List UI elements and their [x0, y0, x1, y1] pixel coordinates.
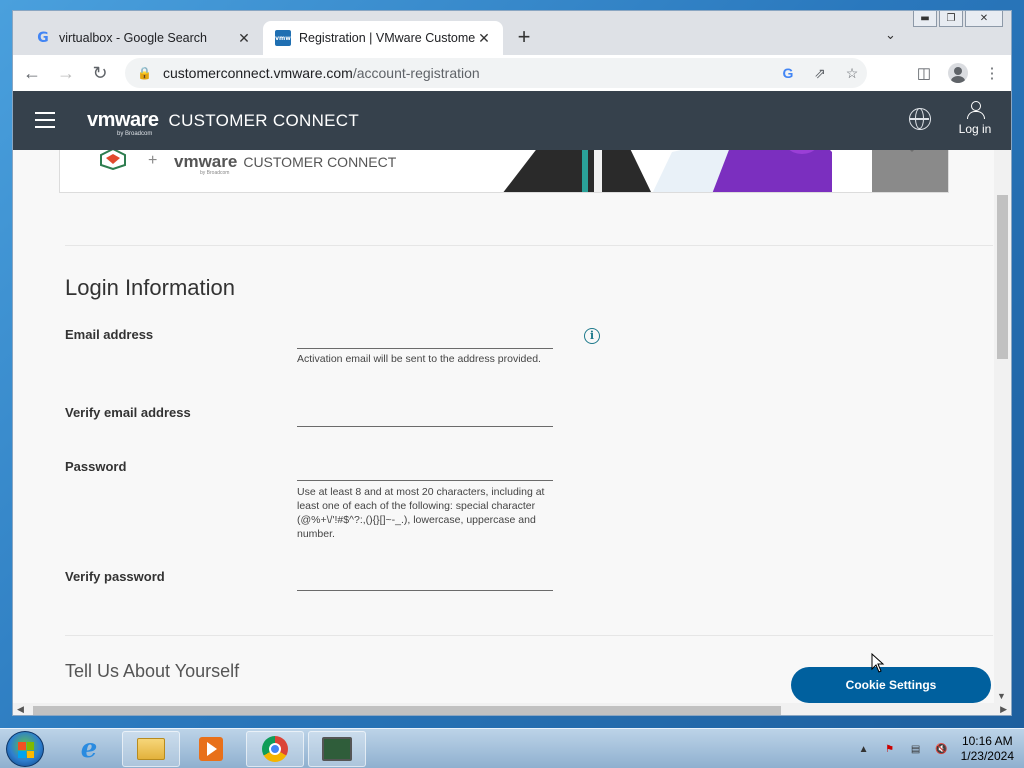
- email-field[interactable]: [297, 327, 553, 349]
- close-tab-icon[interactable]: ✕: [235, 30, 253, 47]
- brand-name: CUSTOMER CONNECT: [168, 111, 360, 130]
- site-brand[interactable]: vmware by Broadcom CUSTOMER CONNECT: [87, 109, 360, 137]
- reload-icon[interactable]: ↻: [85, 58, 115, 88]
- google-lens-icon[interactable]: G: [779, 65, 797, 81]
- login-label: Log in: [958, 122, 992, 136]
- info-icon[interactable]: i: [584, 328, 600, 344]
- url-path: /account-registration: [352, 65, 480, 81]
- back-icon[interactable]: ←: [17, 58, 47, 88]
- start-button[interactable]: [6, 731, 44, 767]
- email-helper-text: Activation email will be sent to the add…: [297, 353, 541, 365]
- section-divider: [65, 635, 993, 636]
- banner-brand: vmware CUSTOMER CONNECT by Broadcom: [174, 152, 397, 176]
- banner-brand-by: by Broadcom: [200, 170, 230, 176]
- section-divider: [65, 245, 993, 246]
- taskbar-chrome[interactable]: [246, 731, 304, 767]
- chrome-icon: [262, 736, 288, 762]
- tab-strip: G virtualbox - Google Search ✕ vmw Regis…: [13, 11, 1011, 55]
- page-viewport: + vmware CUSTOMER CONNECT by Broadcom vm…: [13, 91, 1011, 715]
- network-icon[interactable]: ▤: [909, 742, 923, 756]
- google-icon: G: [37, 30, 49, 46]
- password-field[interactable]: [297, 459, 553, 481]
- email-label: Email address: [65, 327, 154, 342]
- taskbar-task-manager[interactable]: [308, 731, 366, 767]
- taskbar-internet-explorer[interactable]: e: [60, 731, 118, 767]
- tab-registration[interactable]: vmw Registration | VMware Customer ✕: [263, 21, 503, 55]
- windows-logo-icon: [18, 742, 34, 758]
- login-button[interactable]: Log in: [955, 101, 995, 136]
- banner-brand-name: CUSTOMER CONNECT: [243, 154, 397, 170]
- verify-password-label: Verify password: [65, 569, 165, 584]
- password-helper-text: Use at least 8 and at most 20 characters…: [297, 486, 545, 540]
- minimize-button[interactable]: ▬: [913, 11, 937, 27]
- taskbar-media-player[interactable]: [182, 731, 240, 767]
- new-tab-icon[interactable]: +: [511, 25, 537, 51]
- volume-muted-icon[interactable]: 🔇: [935, 742, 949, 756]
- media-player-icon: [199, 737, 223, 761]
- hamburger-menu-icon[interactable]: [35, 112, 55, 128]
- password-label: Password: [65, 459, 127, 474]
- address-bar[interactable]: 🔒 customerconnect.vmware.com/account-reg…: [125, 58, 867, 88]
- tab-search-chevron-icon[interactable]: ⌄: [885, 27, 896, 43]
- horizontal-scroll-thumb[interactable]: [33, 706, 781, 715]
- close-window-button[interactable]: ✕: [965, 11, 1003, 27]
- url-host: customerconnect.vmware.com: [163, 65, 353, 81]
- vertical-scrollbar[interactable]: ▼: [994, 91, 1011, 703]
- user-icon: [967, 101, 985, 119]
- verify-email-label: Verify email address: [65, 405, 191, 420]
- scroll-down-arrow-icon[interactable]: ▼: [997, 691, 1006, 701]
- clock-time: 10:16 AM: [961, 734, 1013, 748]
- clock[interactable]: 10:16 AM 1/23/2024: [961, 734, 1014, 764]
- restore-button[interactable]: ❐: [939, 11, 963, 27]
- profile-avatar-icon[interactable]: [947, 62, 969, 84]
- section-title-about: Tell Us About Yourself: [65, 661, 240, 681]
- vmware-favicon-icon: vmw: [275, 30, 291, 46]
- action-center-flag-icon[interactable]: ⚑: [883, 742, 897, 756]
- clock-date: 1/23/2024: [960, 749, 1014, 763]
- globe-language-icon[interactable]: [909, 108, 931, 130]
- monitor-icon: [322, 737, 352, 761]
- browser-toolbar: ← → ↻ 🔒 customerconnect.vmware.com/accou…: [13, 55, 1011, 91]
- vmware-logo: vmware: [87, 109, 159, 131]
- share-icon[interactable]: ⇗: [811, 65, 829, 82]
- tab-title: Registration | VMware Customer: [299, 31, 475, 45]
- vertical-scroll-thumb[interactable]: [997, 195, 1008, 359]
- folder-icon: [137, 738, 165, 760]
- taskbar: e ▲ ⚑ ▤ 🔇 10:16 AM 1/23/2024: [0, 728, 1024, 768]
- verify-password-field[interactable]: [297, 569, 553, 591]
- partner-logo-icon: [100, 148, 126, 170]
- internet-explorer-icon: e: [80, 734, 98, 764]
- section-title-login: Login Information: [65, 275, 235, 300]
- scroll-right-arrow-icon[interactable]: ▶: [1000, 704, 1007, 715]
- bookmark-star-icon[interactable]: ☆: [843, 65, 861, 82]
- verify-email-field[interactable]: [297, 405, 553, 427]
- forward-icon[interactable]: →: [51, 58, 81, 88]
- brand-by-broadcom: by Broadcom: [117, 131, 153, 137]
- window-controls: ▬ ❐ ✕: [913, 11, 1003, 27]
- site-header: vmware by Broadcom CUSTOMER CONNECT Log …: [13, 91, 1011, 150]
- close-tab-icon[interactable]: ✕: [475, 30, 493, 47]
- tab-google-search[interactable]: G virtualbox - Google Search ✕: [23, 21, 263, 55]
- lock-icon[interactable]: 🔒: [137, 66, 153, 80]
- taskbar-file-explorer[interactable]: [122, 731, 180, 767]
- horizontal-scrollbar[interactable]: ◀ ▶: [13, 703, 1011, 715]
- side-panel-icon[interactable]: ◫: [913, 62, 935, 84]
- banner-vmware-logo: vmware: [174, 152, 238, 171]
- system-tray: ▲ ⚑ ▤ 🔇 10:16 AM 1/23/2024: [857, 729, 1014, 768]
- cookie-settings-button[interactable]: Cookie Settings: [791, 667, 991, 703]
- browser-window: ▬ ❐ ✕ G virtualbox - Google Search ✕ vmw…: [12, 10, 1012, 716]
- show-hidden-icons-icon[interactable]: ▲: [857, 742, 871, 756]
- tab-title: virtualbox - Google Search: [59, 31, 207, 45]
- banner-plus: +: [148, 152, 158, 169]
- menu-kebab-icon[interactable]: ⋮: [981, 62, 1003, 84]
- mouse-cursor-icon: [871, 653, 885, 673]
- scroll-left-arrow-icon[interactable]: ◀: [17, 704, 24, 715]
